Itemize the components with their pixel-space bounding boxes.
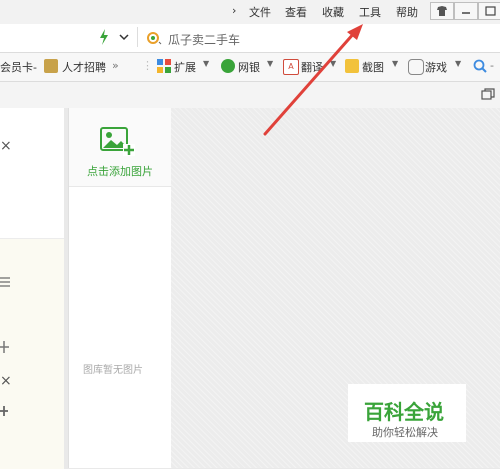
menu-help[interactable]: 帮助: [396, 4, 418, 20]
empty-gallery-label: 图库暂无图片: [83, 365, 143, 376]
tool-row: [0, 82, 500, 108]
maximize-icon[interactable]: [478, 2, 500, 20]
dropdown-arrow-icon[interactable]: ▼: [455, 59, 461, 68]
bookmark-game[interactable]: 游戏: [425, 59, 447, 75]
bookmarks-bar: 会员卡- 人才招聘 » ⋮ 扩展 ▼ 网银 ▼ A 翻译 ▼ 截图 ▼ 游戏 ▼…: [0, 53, 500, 82]
recruit-icon: [44, 59, 58, 73]
skin-icon[interactable]: [430, 2, 454, 20]
separator: ⋮: [142, 59, 153, 72]
restore-window-icon[interactable]: [481, 88, 495, 105]
add-image-icon: [99, 124, 139, 161]
bookmark-extension[interactable]: 扩展: [174, 59, 196, 75]
chevron-down-icon[interactable]: [118, 31, 130, 46]
search-text: 瓜子卖二手车: [168, 33, 241, 47]
game-icon: [408, 59, 424, 75]
extension-icon: [157, 59, 171, 73]
add-image-button[interactable]: 点击添加图片: [69, 108, 171, 187]
chevron-right-icon[interactable]: ›: [232, 4, 236, 17]
more-icon[interactable]: -: [490, 59, 494, 72]
menu-icon[interactable]: [0, 276, 12, 291]
bookmark-member-card[interactable]: 会员卡-: [0, 59, 37, 75]
minimize-icon[interactable]: [454, 2, 478, 20]
watermark-logo: 百科全说 助你轻松解决: [348, 384, 466, 442]
address-bar: 瓜子卖二手车: [0, 24, 500, 53]
bookmark-recruit[interactable]: 人才招聘: [62, 59, 106, 75]
more-bookmarks-icon[interactable]: »: [112, 59, 119, 72]
lightning-icon[interactable]: [98, 29, 110, 48]
menu-tools[interactable]: 工具: [359, 4, 381, 20]
bank-shield-icon: [221, 59, 235, 73]
search-icon[interactable]: [472, 58, 488, 77]
menu-favorites[interactable]: 收藏: [322, 4, 344, 20]
close-icon[interactable]: ×: [0, 138, 12, 154]
divider: [137, 27, 138, 47]
add-image-label: 点击添加图片: [87, 165, 153, 178]
close-icon[interactable]: ×: [0, 373, 12, 389]
dropdown-arrow-icon[interactable]: ▼: [203, 59, 209, 68]
image-gallery: 点击添加图片 图库暂无图片: [68, 108, 172, 468]
plus-icon[interactable]: [0, 404, 10, 421]
search-engine-icon[interactable]: [146, 31, 164, 50]
annotation-arrow: [263, 24, 363, 136]
watermark-title: 百科全说: [364, 400, 444, 424]
dropdown-arrow-icon[interactable]: ▼: [392, 59, 398, 68]
menu-bar: › 文件 查看 收藏 工具 帮助: [0, 0, 500, 24]
watermark-subtitle: 助你轻松解决: [372, 426, 438, 439]
menu-file[interactable]: 文件: [249, 4, 271, 20]
move-icon[interactable]: [0, 340, 10, 357]
menu-view[interactable]: 查看: [285, 4, 307, 20]
